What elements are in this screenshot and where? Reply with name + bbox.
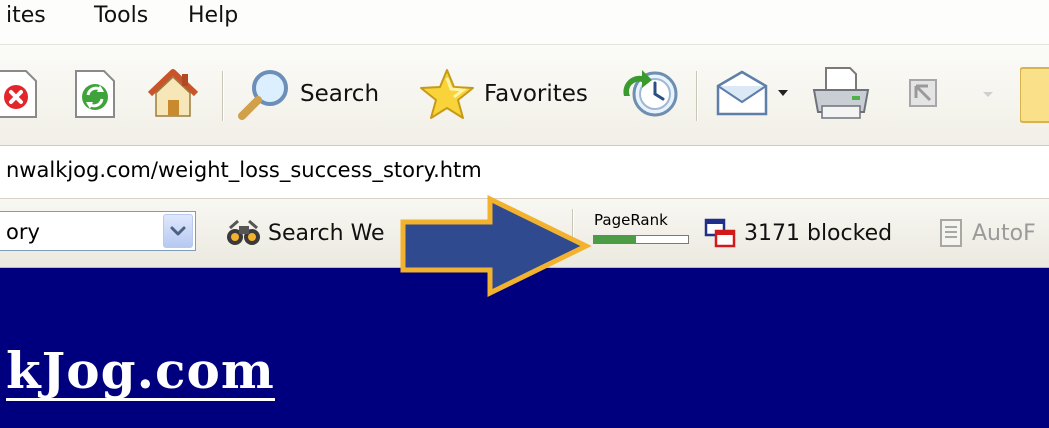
toolbar-separator [696, 71, 697, 121]
home-icon [147, 69, 199, 117]
print-button[interactable] [808, 63, 874, 125]
favorites-star-icon [420, 69, 474, 119]
pagerank-meter[interactable]: PageRank [590, 211, 694, 253]
folder-icon [1020, 67, 1049, 123]
popup-blocked-count: 3171 blocked [744, 220, 893, 246]
mail-button[interactable] [712, 63, 792, 125]
site-title-link[interactable]: kJog.com [6, 344, 275, 401]
stop-button[interactable] [0, 63, 40, 125]
history-icon [623, 70, 678, 117]
google-search-value: ory [6, 220, 40, 244]
search-label: Search [300, 81, 380, 107]
standard-toolbar: Search Favorites [0, 45, 1049, 146]
refresh-button[interactable] [72, 63, 118, 125]
address-bar[interactable]: nwalkjog.com/weight_loss_success_story.h… [0, 146, 1049, 199]
binoculars-icon [227, 219, 260, 245]
menu-help[interactable]: Help [188, 2, 238, 30]
menu-bar: ites Tools Help [0, 0, 1049, 45]
history-button[interactable] [622, 63, 682, 125]
popup-blocker-button[interactable]: 3171 blocked [704, 213, 892, 253]
favorites-button[interactable]: Favorites [416, 63, 588, 125]
pagerank-fill [594, 236, 637, 243]
favorites-label: Favorites [484, 81, 588, 107]
search-web-label: Search We [268, 220, 385, 246]
search-icon [238, 70, 288, 120]
edit-icon [909, 79, 937, 107]
folder-button[interactable] [1020, 63, 1049, 125]
google-search-input[interactable]: ory [0, 211, 196, 251]
home-button[interactable] [144, 63, 202, 125]
refresh-icon [75, 70, 115, 118]
autofill-button[interactable]: AutoF [936, 213, 1036, 253]
pagerank-label: PageRank [594, 211, 668, 229]
search-dropdown-button[interactable] [163, 214, 193, 248]
chevron-down-icon [983, 92, 993, 97]
autofill-icon [940, 219, 962, 247]
menu-favorites[interactable]: ites [6, 2, 46, 30]
toolbar-separator [222, 71, 223, 121]
search-web-button[interactable]: Search We [226, 213, 385, 253]
popup-blocker-icon [704, 218, 736, 248]
autofill-label: AutoF [972, 220, 1036, 246]
dropdown-chevron[interactable] [980, 63, 996, 125]
annotation-arrow [400, 194, 592, 298]
edit-button[interactable] [904, 63, 944, 125]
chevron-down-icon [170, 226, 186, 236]
print-icon [812, 67, 870, 119]
search-button[interactable]: Search [236, 63, 379, 125]
pagerank-bar [593, 235, 689, 244]
stop-icon [0, 70, 37, 118]
address-url[interactable]: nwalkjog.com/weight_loss_success_story.h… [6, 158, 482, 182]
menu-tools[interactable]: Tools [94, 2, 148, 30]
mail-icon [716, 70, 788, 116]
